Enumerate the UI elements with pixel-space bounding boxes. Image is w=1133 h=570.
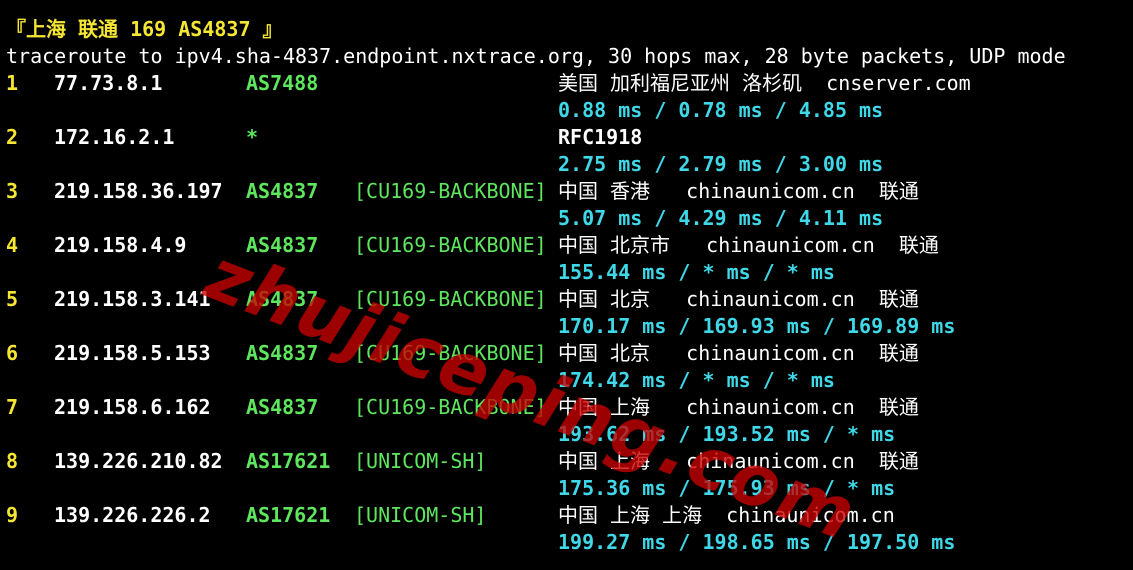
- hop-geo-info: 中国 香港 chinaunicom.cn 联通: [558, 179, 919, 203]
- hop-number: 6: [6, 341, 19, 365]
- hop-network-tag: [CU169-BACKBONE]: [354, 179, 547, 203]
- hop-ip-address: 219.158.5.153: [54, 341, 211, 365]
- hop-geo-info: 美国 加利福尼亚州 洛杉矶 cnserver.com: [558, 71, 971, 95]
- hop-network-tag: [CU169-BACKBONE]: [354, 395, 547, 419]
- hop-rtt: 170.17 ms / 169.93 ms / 169.89 ms: [558, 314, 956, 338]
- hop-row: 1 77.73.8.1 AS7488 美国 加利福尼亚州 洛杉矶 cnserver.c…: [0, 70, 1133, 124]
- hop-rtt: 155.44 ms / * ms / * ms: [558, 260, 835, 284]
- trace-header: 『上海 联通 169 AS4837 』: [6, 17, 283, 41]
- hop-geo-info: 中国 上海 上海 chinaunicom.cn: [558, 503, 895, 527]
- hop-asn: *: [246, 125, 259, 149]
- hop-asn: AS7488: [246, 71, 319, 95]
- hop-number: 2: [6, 125, 19, 149]
- hop-number: 7: [6, 395, 19, 419]
- hop-asn: AS17621: [246, 503, 331, 527]
- hop-number: 8: [6, 449, 19, 473]
- hop-asn: AS4837: [246, 341, 319, 365]
- traceroute-command-line: traceroute to ipv4.sha-4837.endpoint.nxt…: [6, 44, 1066, 68]
- hop-row: 2 172.16.2.1 * RFC1918 2.75 ms / 2.79 ms / 3…: [0, 124, 1133, 178]
- hop-rtt: 5.07 ms / 4.29 ms / 4.11 ms: [558, 206, 884, 230]
- hop-row: 5 219.158.3.141 AS4837 [CU169-BACKBONE] 中国 北…: [0, 286, 1133, 340]
- hop-ip-address: 139.226.226.2: [54, 503, 211, 527]
- hop-rtt: 175.36 ms / 175.93 ms / * ms: [558, 476, 896, 500]
- hop-rtt: 0.88 ms / 0.78 ms / 4.85 ms: [558, 98, 884, 122]
- hop-number: 3: [6, 179, 19, 203]
- hop-geo-info: 中国 上海 chinaunicom.cn 联通: [558, 395, 919, 419]
- hop-network-tag: [CU169-BACKBONE]: [354, 287, 547, 311]
- hop-number: 4: [6, 233, 19, 257]
- hop-rtt: 174.42 ms / * ms / * ms: [558, 368, 835, 392]
- hop-row: 8 139.226.210.82 AS17621 [UNICOM-SH] 中国 上海 c…: [0, 448, 1133, 502]
- hop-ip-address: 172.16.2.1: [54, 125, 175, 149]
- hop-network-tag: [CU169-BACKBONE]: [354, 341, 547, 365]
- hop-ip-address: 219.158.36.197: [54, 179, 223, 203]
- hop-row: 6 219.158.5.153 AS4837 [CU169-BACKBONE] 中国 北…: [0, 340, 1133, 394]
- hop-row: 7 219.158.6.162 AS4837 [CU169-BACKBONE] 中国 上…: [0, 394, 1133, 448]
- hop-row: 9 139.226.226.2 AS17621 [UNICOM-SH] 中国 上海 上海…: [0, 502, 1133, 556]
- hop-number: 9: [6, 503, 19, 527]
- hop-ip-address: 219.158.3.141: [54, 287, 211, 311]
- hop-ip-address: 139.226.210.82: [54, 449, 223, 473]
- hop-asn: AS17621: [246, 449, 331, 473]
- hop-rtt: 193.62 ms / 193.52 ms / * ms: [558, 422, 896, 446]
- hop-geo-info: 中国 北京市 chinaunicom.cn 联通: [558, 233, 939, 257]
- hop-asn: AS4837: [246, 233, 319, 257]
- hop-geo-info: RFC1918: [558, 125, 643, 149]
- hop-asn: AS4837: [246, 287, 319, 311]
- hop-ip-address: 219.158.6.162: [54, 395, 211, 419]
- hop-rtt: 2.75 ms / 2.79 ms / 3.00 ms: [558, 152, 884, 176]
- hop-row: 3 219.158.36.197 AS4837 [CU169-BACKBONE] 中国 …: [0, 178, 1133, 232]
- hop-geo-info: 中国 北京 chinaunicom.cn 联通: [558, 287, 919, 311]
- hop-number: 1: [6, 71, 19, 95]
- hop-geo-info: 中国 上海 chinaunicom.cn 联通: [558, 449, 919, 473]
- hop-asn: AS4837: [246, 179, 319, 203]
- hop-asn: AS4837: [246, 395, 319, 419]
- hop-ip-address: 219.158.4.9: [54, 233, 187, 257]
- hop-network-tag: [UNICOM-SH]: [354, 503, 487, 527]
- hop-network-tag: [UNICOM-SH]: [354, 449, 487, 473]
- hop-row: 4 219.158.4.9 AS4837 [CU169-BACKBONE] 中国 北京市…: [0, 232, 1133, 286]
- hop-rtt: 199.27 ms / 198.65 ms / 197.50 ms: [558, 530, 956, 554]
- hop-geo-info: 中国 北京 chinaunicom.cn 联通: [558, 341, 919, 365]
- hop-network-tag: [CU169-BACKBONE]: [354, 233, 547, 257]
- hop-ip-address: 77.73.8.1: [54, 71, 163, 95]
- hop-number: 5: [6, 287, 19, 311]
- terminal-window[interactable]: 『上海 联通 169 AS4837 』 traceroute to ipv4.s…: [0, 0, 1133, 570]
